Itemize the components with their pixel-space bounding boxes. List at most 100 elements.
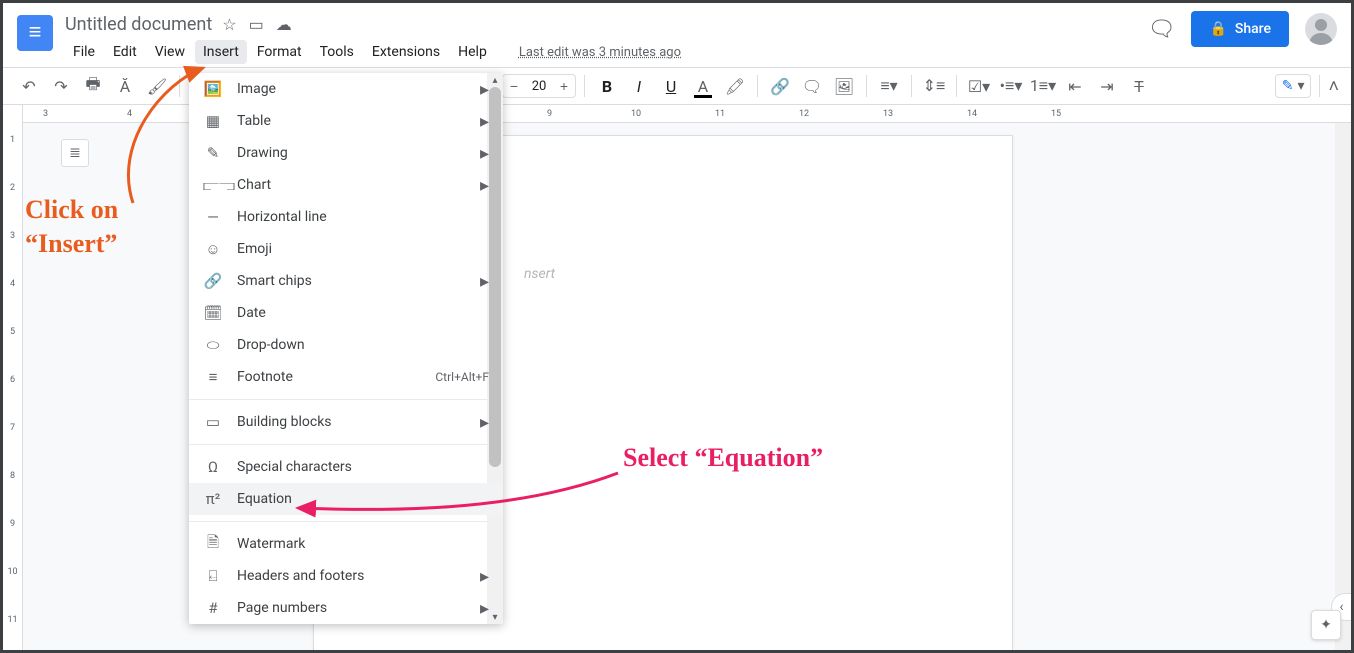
vertical-scrollbar[interactable] (1335, 123, 1351, 650)
numbered-list-button[interactable]: 1≡▾ (1029, 72, 1057, 100)
menu-extensions[interactable]: Extensions (364, 40, 448, 64)
paint-format-button[interactable]: 🖌 (143, 72, 171, 100)
separator (1319, 75, 1320, 97)
insert-image[interactable]: 🖼️Image▸ (189, 73, 503, 105)
chevron-right-icon: ▸ (480, 412, 489, 433)
ruler-tick: 3 (3, 231, 22, 279)
menu-separator (189, 399, 503, 400)
spellcheck-button[interactable]: Ă (111, 72, 139, 100)
menu-item-label: Table (237, 113, 466, 129)
menu-item-label: Smart chips (237, 273, 466, 289)
shortcut-label: Ctrl+Alt+F (435, 370, 489, 384)
avatar[interactable] (1305, 13, 1337, 45)
menu-item-label: Watermark (237, 536, 489, 552)
insert-date[interactable]: 🗓Date (189, 297, 503, 329)
italic-button[interactable]: I (625, 72, 653, 100)
indent-decrease-button[interactable]: ⇤ (1061, 72, 1089, 100)
doc-title[interactable]: Untitled document (65, 14, 212, 35)
insert-page-numbers[interactable]: #Page numbers▸ (189, 592, 503, 624)
undo-button[interactable]: ↶ (15, 72, 43, 100)
checklist-button[interactable]: ☑▾ (965, 72, 993, 100)
image-icon: 🖼️ (203, 80, 223, 98)
explore-button[interactable]: ✦ (1311, 610, 1341, 640)
menu-help[interactable]: Help (450, 40, 495, 64)
insert-table[interactable]: ▦ Table ▸ (189, 105, 503, 137)
line-spacing-button[interactable]: ⇕≡ (920, 72, 948, 100)
insert-drop-down[interactable]: ⬭ Drop-down (189, 329, 503, 361)
drop-down-icon: ⬭ (203, 336, 223, 354)
underline-button[interactable]: U (657, 72, 685, 100)
ruler-tick: 13 (883, 109, 943, 119)
insert-equation[interactable]: π²Equation (189, 483, 503, 515)
menu-item-label: Drop-down (237, 337, 489, 353)
font-size-stepper[interactable]: − 20 + (502, 74, 576, 98)
ruler-tick: 2 (3, 183, 22, 231)
menu-view[interactable]: View (147, 40, 193, 64)
comments-icon[interactable]: 🗨 (1148, 17, 1176, 42)
ruler-tick: 9 (547, 109, 607, 119)
insert-chart[interactable]: ⫍⫎Chart▸ (189, 169, 503, 201)
menu-item-label: Date (237, 305, 489, 321)
insert-image-button[interactable]: 🖼 (830, 72, 858, 100)
menu-file[interactable]: File (65, 40, 103, 64)
drawing-icon: ✎ (203, 144, 223, 162)
highlight-button[interactable]: 🖍 (721, 72, 749, 100)
font-size-increase[interactable]: + (553, 77, 575, 95)
insert-comment-button[interactable]: 🗨 (798, 72, 826, 100)
editing-mode-button[interactable]: ✎ ▾ (1275, 74, 1312, 98)
menu-tools[interactable]: Tools (312, 40, 362, 64)
outline-toggle[interactable]: ≣ (61, 139, 89, 167)
ruler-tick: 1 (3, 135, 22, 183)
font-size-value[interactable]: 20 (525, 79, 553, 94)
last-edit[interactable]: Last edit was 3 minutes ago (511, 41, 689, 64)
insert-headers-and-footers[interactable]: ⍇Headers and footers▸ (189, 560, 503, 592)
footnote-icon: ≡ (203, 368, 223, 386)
menu-edit[interactable]: Edit (105, 40, 145, 64)
equation-icon: π² (203, 490, 223, 508)
insert-link-button[interactable]: 🔗 (766, 72, 794, 100)
ruler-tick: 4 (3, 279, 22, 327)
separator (956, 75, 957, 97)
share-button[interactable]: 🔒 Share (1191, 11, 1289, 47)
cloud-icon[interactable]: ☁ (276, 15, 292, 34)
menu-separator (189, 521, 503, 522)
menu-item-label: Page numbers (237, 600, 466, 616)
text-color-button[interactable]: A (689, 72, 717, 100)
star-icon[interactable]: ☆ (222, 15, 236, 34)
redo-button[interactable]: ↷ (47, 72, 75, 100)
ruler-tick: 10 (3, 567, 22, 615)
insert-footnote[interactable]: ≡FootnoteCtrl+Alt+F (189, 361, 503, 393)
menu-item-label: Emoji (237, 241, 489, 257)
lock-icon: 🔒 (1209, 21, 1226, 37)
insert-emoji[interactable]: ☺ Emoji (189, 233, 503, 265)
docs-logo[interactable]: ≡ (17, 15, 53, 51)
menu-item-label: Image (237, 81, 466, 97)
ruler-tick: 4 (127, 109, 187, 119)
move-icon[interactable]: ▭ (249, 15, 264, 34)
indent-increase-button[interactable]: ⇥ (1093, 72, 1121, 100)
bulleted-list-button[interactable]: •≡▾ (997, 72, 1025, 100)
print-button[interactable]: 🖶 (79, 72, 107, 100)
menu-item-label: Horizontal line (237, 209, 489, 225)
collapse-toolbar-button[interactable]: ˄ (1328, 76, 1339, 97)
bold-button[interactable]: B (593, 72, 621, 100)
menu-item-label: Headers and footers (237, 568, 466, 584)
align-button[interactable]: ≡▾ (875, 72, 903, 100)
chevron-right-icon: ▸ (480, 271, 489, 292)
insert-horizontal-line[interactable]: —Horizontal line (189, 201, 503, 233)
chart-icon: ⫍⫎ (203, 176, 223, 194)
chevron-right-icon: ▸ (480, 111, 489, 132)
menu-format[interactable]: Format (249, 40, 310, 64)
ghost-text: nsert (524, 266, 555, 282)
insert-special-characters[interactable]: ΩSpecial characters (189, 451, 503, 483)
insert-building-blocks[interactable]: ▭Building blocks▸ (189, 406, 503, 438)
insert-drawing[interactable]: ✎Drawing▸ (189, 137, 503, 169)
menu-insert[interactable]: Insert (195, 40, 247, 64)
font-size-decrease[interactable]: − (503, 77, 525, 95)
insert-watermark[interactable]: 🗎Watermark (189, 528, 503, 560)
ruler-tick: 9 (3, 519, 22, 567)
table-icon: ▦ (203, 112, 223, 130)
clear-format-button[interactable]: T (1125, 72, 1153, 100)
insert-smart-chips[interactable]: 🔗Smart chips▸ (189, 265, 503, 297)
emoji-icon: ☺ (203, 240, 223, 258)
